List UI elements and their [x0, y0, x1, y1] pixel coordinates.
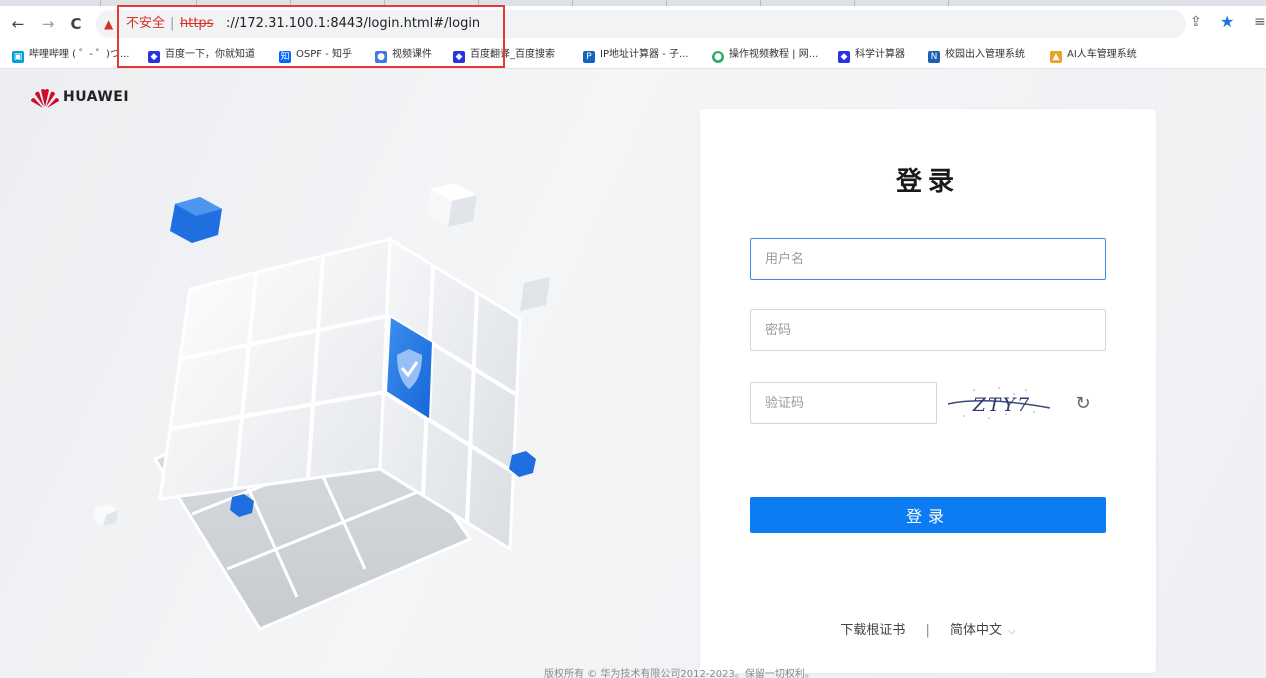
floating-white-cube	[498, 265, 550, 311]
bookmark-label: 校园出入管理系统	[945, 49, 1025, 60]
chevron-down-icon: ⌵	[1008, 626, 1016, 637]
bookmark-star-icon[interactable]: ★	[1220, 12, 1234, 31]
password-input[interactable]	[750, 309, 1106, 351]
bookmark-label: 哔哩哔哩 ( ゜- ゜)つ...	[29, 49, 130, 60]
bookmark-item[interactable]: ◆ 科学计算器	[838, 46, 905, 64]
bookmark-label: 百度一下，你就知道	[165, 49, 255, 60]
address-bar[interactable]: ▲ 不安全 | https ://172.31.100.1:8443/login…	[96, 10, 1186, 38]
bookmark-label: 视频课件	[392, 49, 432, 60]
baidu-icon: ◆	[838, 51, 850, 63]
url-scheme: https	[180, 16, 214, 31]
bookmark-item[interactable]: ▣ 哔哩哔哩 ( ゜- ゜)つ...	[12, 46, 129, 64]
bookmarks-bar: ▣ 哔哩哔哩 ( ゜- ゜)つ... ◆ 百度一下，你就知道 知 OSPF - 知乎 …	[0, 42, 1266, 69]
address-separator: |	[170, 16, 175, 31]
login-button[interactable]: 登录	[750, 497, 1106, 533]
baidu-icon: ◆	[148, 51, 160, 63]
refresh-captcha-icon[interactable]: ↻	[1072, 393, 1094, 415]
bookmark-label: AI人车管理系统	[1067, 49, 1137, 60]
huawei-flower-icon	[31, 89, 59, 108]
cloud-icon: ●	[375, 51, 387, 63]
login-footer: 下载根证书 | 简体中文 ⌵	[700, 619, 1156, 638]
wechat-icon: ●	[712, 51, 724, 63]
login-title: 登录	[895, 167, 960, 197]
download-cert-link[interactable]: 下载根证书	[840, 619, 905, 638]
username-input[interactable]	[750, 238, 1106, 280]
login-card: 登录 ZTY7 ↻ 登录 下载根证书 | 简体中文 ⌵	[700, 109, 1156, 673]
browser-toolbar: ← → C ▲ 不安全 | https ://172.31.100.1:8443…	[0, 6, 1266, 42]
zhihu-icon: 知	[279, 51, 291, 63]
bookmark-label: 科学计算器	[855, 49, 905, 60]
menu-icon[interactable]: ≡	[1254, 14, 1266, 30]
bookmark-item[interactable]: ◆ 百度翻译_百度搜索	[453, 46, 555, 64]
captcha-image[interactable]: ZTY7	[944, 382, 1060, 424]
bookmark-item[interactable]: ▲ AI人车管理系统	[1050, 46, 1137, 64]
captcha-drawing: ZTY7	[947, 387, 1051, 419]
ip-icon: P	[583, 51, 595, 63]
footer-separator: |	[925, 623, 930, 638]
login-page: HUAWEI 登录 用户名 验证码 ZTY7 ↻ 登录 下载根证书 | 简体中文…	[0, 69, 1266, 678]
floating-blue-cube	[170, 197, 222, 243]
bookmark-item[interactable]: P IP地址计算器 - 子...	[583, 46, 688, 64]
bookmark-item[interactable]: 知 OSPF - 知乎	[279, 46, 352, 64]
bookmark-label: IP地址计算器 - 子...	[600, 49, 689, 60]
share-icon[interactable]: ⇪	[1190, 14, 1202, 30]
url-text: ://172.31.100.1:8443/login.html#/login	[226, 16, 481, 31]
bookmark-label: 操作视频教程 | 网...	[729, 49, 819, 60]
language-label: 简体中文	[950, 623, 1003, 638]
captcha-text: ZTY7	[972, 394, 1032, 416]
copyright-text: 版权所有 © 华为技术有限公司2012-2023。保留一切权利。	[544, 669, 815, 678]
language-select[interactable]: 简体中文 ⌵	[950, 619, 1016, 638]
floating-white-cube	[93, 504, 118, 526]
reload-button[interactable]: C	[66, 14, 86, 34]
captcha-input[interactable]	[750, 382, 937, 424]
bookmark-item[interactable]: ● 视频课件	[375, 46, 432, 64]
security-status-label[interactable]: 不安全	[126, 10, 165, 38]
brand-name: HUAWEI	[63, 89, 130, 105]
bookmark-item[interactable]: ● 操作视频教程 | 网...	[712, 46, 818, 64]
bookmark-label: 百度翻译_百度搜索	[470, 49, 555, 60]
campus-icon: N	[928, 51, 940, 63]
bookmark-item[interactable]: ◆ 百度一下，你就知道	[148, 46, 255, 64]
back-button[interactable]: ←	[8, 14, 28, 34]
baidu-icon: ◆	[453, 51, 465, 63]
bookmark-item[interactable]: N 校园出入管理系统	[928, 46, 1025, 64]
bookmark-label: OSPF - 知乎	[296, 49, 352, 60]
ai-icon: ▲	[1050, 51, 1062, 63]
bilibili-icon: ▣	[12, 51, 24, 63]
warning-icon[interactable]: ▲	[104, 10, 113, 38]
floating-white-cube	[427, 183, 477, 227]
security-cube-illustration	[93, 183, 550, 631]
forward-button[interactable]: →	[38, 14, 58, 34]
